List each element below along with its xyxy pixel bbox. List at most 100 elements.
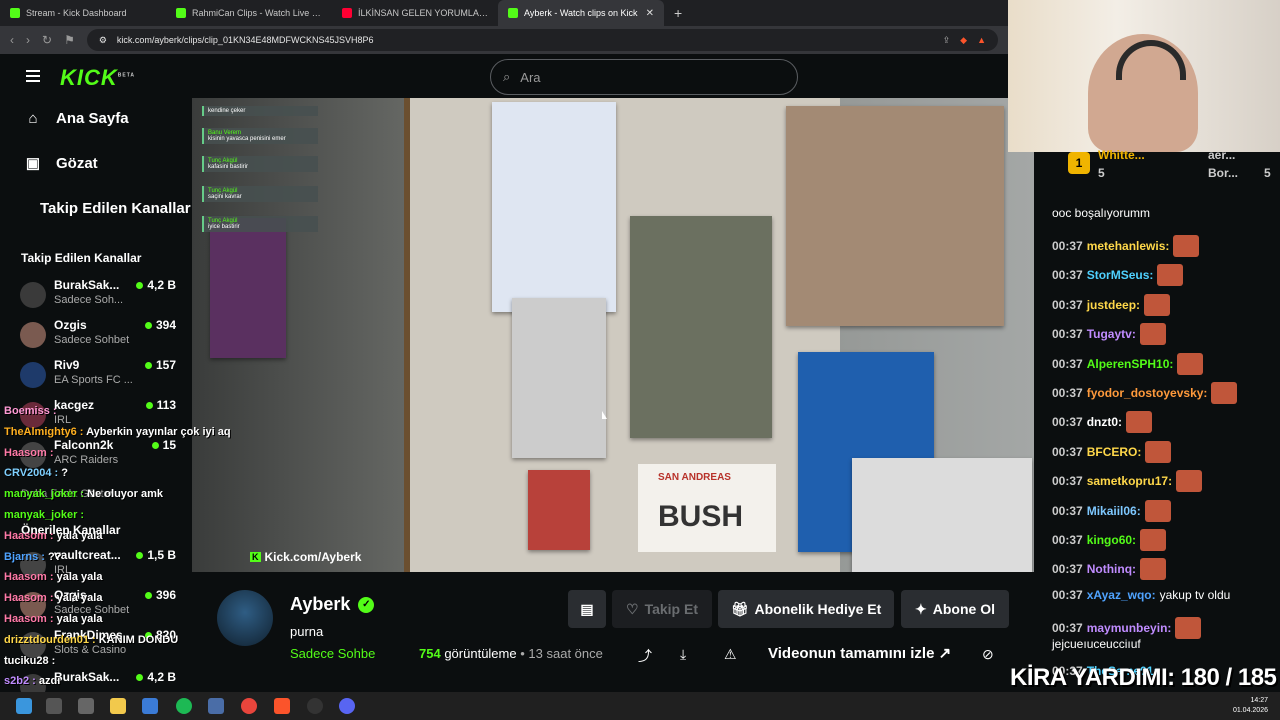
sidebar-item-home[interactable]: ⌂ Ana Sayfa [24,110,128,127]
video-player[interactable]: SAN ANDREAS BUSH kendine çeker Banu Vere… [192,98,1034,572]
chat-user[interactable]: BFCERO: [1087,445,1142,459]
tab-kick-dashboard[interactable]: Stream - Kick Dashboard [0,0,166,26]
emote-icon [1175,617,1202,640]
start-icon[interactable] [16,698,32,714]
clip-menu-button[interactable]: ▤ [568,590,606,628]
chat-user[interactable]: Mikaiil06: [1087,504,1141,518]
search-icon[interactable] [46,698,62,714]
chat-message: 00:37 sametkopru17: [1052,470,1274,493]
chat-time: 00:37 [1052,356,1083,371]
chat-message: 00:37 Nothinq: [1052,558,1274,581]
report-icon[interactable]: ⚠ [724,646,737,663]
chat-message: 00:37 metehanlewis: [1052,235,1274,257]
emote-icon [1140,529,1167,551]
emote-icon [1211,382,1238,404]
brave-icon[interactable] [274,698,290,714]
poster-image [786,106,1004,326]
chat-user[interactable]: metehanlewis: [1087,239,1170,253]
store-icon[interactable] [142,698,158,714]
channel-item[interactable]: Ozgis Sadece Sohbet 394 [20,318,180,354]
gift-sub-button[interactable]: 🎁︎ Abonelik Hediye Et [718,590,894,628]
follow-button[interactable]: ♡ Takip Et [612,590,712,628]
menu-icon[interactable] [26,70,40,82]
watermark-text: Kick.com/Ayberk [264,550,362,564]
tab-youtube[interactable]: İLKİNSAN GELEN YORUMLARA VE CA [332,0,498,26]
search-icon: ⌕ [503,69,511,84]
clock-time: 14:27 [1250,697,1268,704]
forward-icon[interactable]: › [26,33,30,47]
hide-icon[interactable]: ⊘ [982,646,994,663]
chat-message: 00:37 xAyaz_wqo: yakup tv oldu [1052,588,1274,602]
new-tab-icon[interactable]: + [664,5,682,21]
share-icon[interactable]: ⇪ [943,35,951,46]
game-chat-message: Tunç Akgül iyice bastirir [202,216,318,232]
watch-full-video-link[interactable]: Videonun tamamını izle ↗ [768,644,951,662]
channel-name: BurakSak... [54,278,120,292]
followed-heading: Takip Edilen Kanallar [21,251,142,265]
site-info-icon[interactable]: ⚙ [99,35,107,46]
chat-message: 00:37 justdeep: [1052,293,1274,316]
back-icon[interactable]: ‹ [10,33,14,47]
overlay-chat-user: s2b2 : [4,675,36,688]
kick-icon [176,8,186,18]
sign-text: BUSH [658,500,744,533]
chat-user[interactable]: Nothinq: [1087,562,1136,576]
chat-user[interactable]: dnzt0: [1087,415,1122,429]
chrome-icon[interactable] [241,698,257,714]
gifter-count: 5 [1098,166,1105,180]
discord-icon[interactable] [339,698,355,714]
chat-user[interactable]: fyodor_dostoyevsky: [1087,386,1208,400]
overlay-chat-text: Ayberkin yayınlar çok iyi aq [86,425,231,438]
spotify-icon[interactable] [176,698,192,714]
tab-rahmican-clips[interactable]: RahmiCan Clips - Watch Live on Kick [166,0,332,26]
chat-time: 00:37 [1052,386,1083,400]
brave-rewards-icon[interactable]: ▲ [977,35,986,46]
overlay-chat-user: CRV2004 : [4,467,59,480]
chat-user[interactable]: xAyaz_wqo: [1087,588,1156,602]
chat-user[interactable]: kingo60: [1087,533,1136,547]
reload-icon[interactable]: ↻ [42,33,52,47]
search-input[interactable]: ⌕ Ara [490,59,798,95]
category-link[interactable]: Sadece Sohbe [290,646,375,661]
external-link-icon: ↗ [938,645,952,662]
gift-label: Abonelik Hediye Et [754,601,882,617]
overlay-chat-line: TheAlmighty6 : Ayberkin yayınlar çok iyi… [4,426,231,438]
chat-user[interactable]: AlperenSPH10: [1087,357,1174,371]
chat-message: jejcueıuceucciıuf [1052,637,1274,651]
share-icon[interactable]: ⤴ [638,646,652,666]
channel-item[interactable]: BurakSak... Sadece Soh... 4,2 B [20,278,180,314]
sidebar-item-following[interactable]: Takip Edilen Kanallar [40,200,191,217]
obs-icon[interactable] [307,698,323,714]
chat-user[interactable]: maymunbeyin: [1087,621,1172,635]
download-icon[interactable]: ⤓ [680,646,686,663]
chat-user[interactable]: Tugaytv: [1087,327,1136,341]
chat-user[interactable]: justdeep: [1087,298,1140,312]
emote-icon [1144,293,1171,316]
overlay-chat-line: Boemiss : [4,405,57,417]
folder-icon[interactable] [110,698,126,714]
chat-user[interactable]: sametkopru17: [1087,474,1172,488]
tab-ayberk-clips[interactable]: Ayberk - Watch clips on Kick ✕ [498,0,664,26]
brave-shield-icon[interactable]: ◆ [960,35,967,46]
taskview-icon[interactable] [78,698,94,714]
poster-image [528,470,590,550]
overlay-chat: Boemiss : TheAlmighty6 : Ayberkin yayınla… [0,405,260,708]
overlay-chat-text: KANIM DONDU [98,633,179,646]
heart-icon: ♡ [626,600,639,617]
bookmark-icon[interactable]: ⚑ [64,33,75,47]
subscribe-button[interactable]: ✦ Abone Ol [901,590,1009,628]
channel-name: Riv9 [54,358,80,372]
url-input[interactable]: ⚙ kick.com/ayberk/clips/clip_01KN34E48MD… [86,29,998,51]
kick-logo[interactable]: KICKBETA [60,65,135,91]
channel-item[interactable]: Riv9 EA Sports FC ... 157 [20,358,180,394]
sidebar-item-browse[interactable]: ▣ Gözat [24,154,98,173]
youtube-icon [342,8,352,18]
search-placeholder: Ara [520,69,541,85]
system-clock[interactable]: 14:27 01.04.2026 [1233,696,1268,716]
game-chat-text: kendine çeker [208,108,246,114]
close-tab-icon[interactable]: ✕ [646,8,654,19]
chat-user[interactable]: StorMSeus: [1087,268,1154,282]
chat-message: 00:37 kingo60: [1052,529,1274,551]
calculator-icon[interactable] [208,698,224,714]
streamer-name[interactable]: Ayberk ✓ [290,594,375,615]
